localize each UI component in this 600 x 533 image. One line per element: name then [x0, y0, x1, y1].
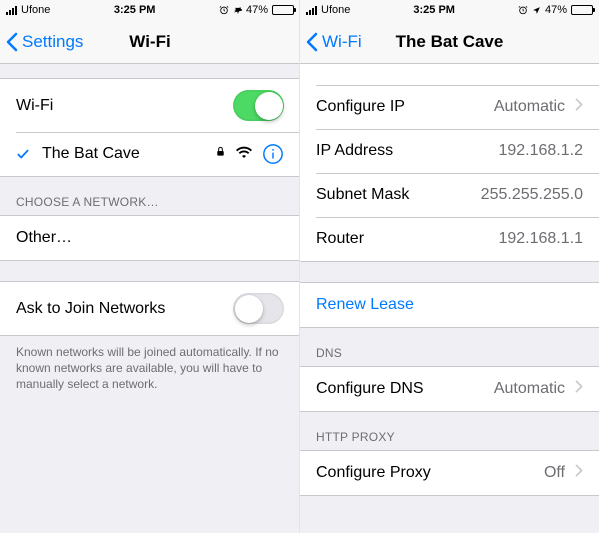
- screen-wifi-settings: Ufone 3:25 PM 47% Settings Wi-Fi Wi-Fi: [0, 0, 300, 533]
- configure-ip-value: Automatic: [494, 98, 565, 116]
- network-name: The Bat Cave: [42, 145, 215, 163]
- ask-join-footer: Known networks will be joined automatica…: [0, 336, 300, 409]
- connected-network-row[interactable]: The Bat Cave: [0, 132, 300, 176]
- wifi-label: Wi-Fi: [16, 97, 233, 115]
- configure-proxy-label: Configure Proxy: [316, 464, 544, 482]
- location-icon: [233, 6, 242, 15]
- chevron-left-icon: [6, 32, 18, 52]
- configure-ip-label: Configure IP: [316, 98, 494, 116]
- wifi-toggle[interactable]: [233, 90, 284, 121]
- status-bar: Ufone 3:25 PM 47%: [0, 0, 300, 20]
- battery-pct: 47%: [246, 4, 268, 16]
- choose-network-group: Other…: [0, 215, 300, 261]
- content-area: . Configure IP Automatic IP Address 192.…: [300, 64, 599, 533]
- chevron-left-icon: [306, 32, 318, 52]
- content-area: Wi-Fi The Bat Cave: [0, 64, 300, 533]
- subnet-mask-row: Subnet Mask 255.255.255.0: [300, 173, 599, 217]
- ip-address-label: IP Address: [316, 142, 498, 160]
- configure-proxy-value: Off: [544, 464, 565, 482]
- other-network-row[interactable]: Other…: [0, 216, 300, 260]
- subnet-mask-label: Subnet Mask: [316, 186, 481, 204]
- lock-icon: [215, 145, 226, 163]
- router-label: Router: [316, 230, 498, 248]
- screen-network-details: Ufone 3:25 PM 47% Wi-Fi The Bat Cave . C…: [299, 0, 599, 533]
- chevron-right-icon: [575, 380, 583, 398]
- battery-pct: 47%: [545, 4, 567, 16]
- alarm-icon: [219, 5, 229, 15]
- back-label: Wi-Fi: [322, 32, 362, 52]
- configure-dns-value: Automatic: [494, 380, 565, 398]
- alarm-icon: [518, 5, 528, 15]
- ip-address-value: 192.168.1.2: [498, 142, 583, 160]
- signal-icon: [306, 6, 317, 15]
- battery-icon: [571, 5, 593, 15]
- router-value: 192.168.1.1: [498, 230, 583, 248]
- proxy-group: Configure Proxy Off: [300, 450, 599, 496]
- ask-join-group: Ask to Join Networks: [0, 281, 300, 336]
- other-label: Other…: [16, 229, 284, 247]
- dns-header: DNS: [300, 328, 599, 366]
- configure-ip-row[interactable]: Configure IP Automatic: [300, 85, 599, 129]
- back-button[interactable]: Settings: [0, 32, 83, 52]
- wifi-toggle-row: Wi-Fi: [0, 79, 300, 132]
- status-time: 3:25 PM: [50, 4, 219, 16]
- chevron-right-icon: [575, 98, 583, 116]
- renew-lease-group: Renew Lease: [300, 282, 599, 328]
- nav-bar: Settings Wi-Fi: [0, 20, 300, 64]
- ask-join-row: Ask to Join Networks: [0, 282, 300, 335]
- renew-lease-button[interactable]: Renew Lease: [300, 283, 599, 327]
- nav-bar: Wi-Fi The Bat Cave: [300, 20, 599, 64]
- carrier-label: Ufone: [21, 4, 50, 16]
- info-icon[interactable]: [262, 143, 284, 165]
- checkmark-icon: [16, 147, 30, 161]
- back-button[interactable]: Wi-Fi: [300, 32, 362, 52]
- ask-join-toggle[interactable]: [233, 293, 284, 324]
- renew-lease-label: Renew Lease: [316, 296, 583, 314]
- choose-network-header: CHOOSE A NETWORK…: [0, 177, 300, 215]
- proxy-header: HTTP PROXY: [300, 412, 599, 450]
- wifi-strength-icon: [236, 145, 252, 163]
- configure-dns-label: Configure DNS: [316, 380, 494, 398]
- ask-join-label: Ask to Join Networks: [16, 300, 233, 318]
- router-row: Router 192.168.1.1: [300, 217, 599, 261]
- configure-dns-row[interactable]: Configure DNS Automatic: [300, 367, 599, 411]
- carrier-label: Ufone: [321, 4, 350, 16]
- ipv4-group: . Configure IP Automatic IP Address 192.…: [300, 64, 599, 262]
- subnet-mask-value: 255.255.255.0: [481, 186, 583, 204]
- configure-proxy-row[interactable]: Configure Proxy Off: [300, 451, 599, 495]
- status-bar: Ufone 3:25 PM 47%: [300, 0, 599, 20]
- chevron-right-icon: [575, 464, 583, 482]
- status-time: 3:25 PM: [350, 4, 518, 16]
- location-icon: [532, 6, 541, 15]
- signal-icon: [6, 6, 17, 15]
- dns-group: Configure DNS Automatic: [300, 366, 599, 412]
- ip-address-row: IP Address 192.168.1.2: [300, 129, 599, 173]
- wifi-master-group: Wi-Fi The Bat Cave: [0, 78, 300, 177]
- battery-icon: [272, 5, 294, 15]
- back-label: Settings: [22, 32, 83, 52]
